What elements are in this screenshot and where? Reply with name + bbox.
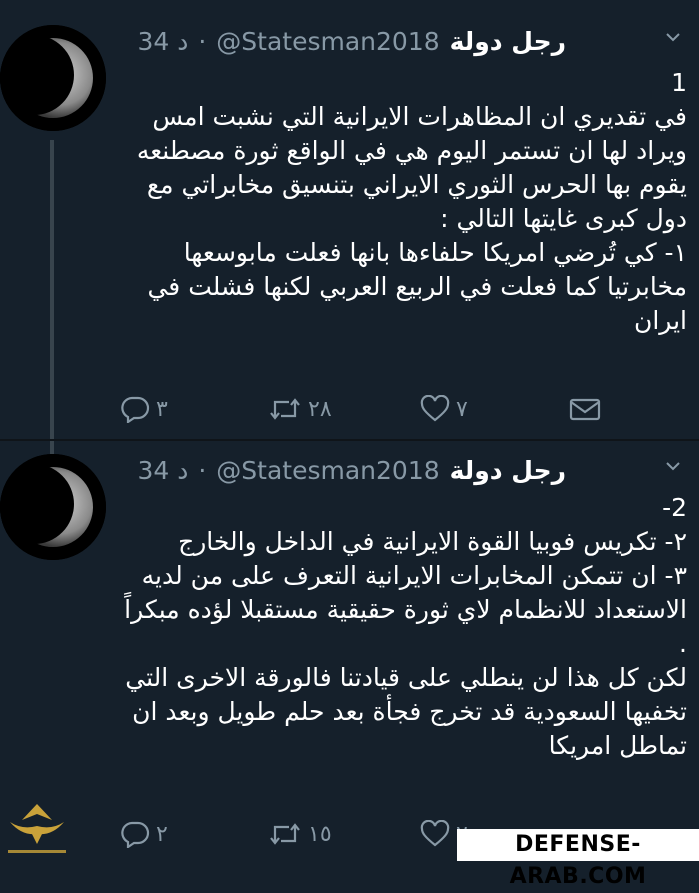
avatar[interactable]	[0, 25, 106, 131]
reply-button[interactable]: ٢	[120, 814, 168, 854]
reply-count: ٢	[156, 821, 168, 847]
retweet-count: ٢٨	[308, 396, 332, 422]
reply-button[interactable]: ٣	[120, 389, 168, 429]
user-handle[interactable]: @Statesman2018	[216, 27, 439, 56]
separator: ·	[198, 455, 207, 485]
chevron-down-icon[interactable]	[664, 457, 682, 475]
tweet-header: 34 د · @Statesman2018 رجل دولة	[137, 451, 566, 489]
retweet-count: ١٥	[308, 821, 332, 847]
envelope-icon	[568, 395, 602, 423]
retweet-icon	[268, 820, 302, 848]
tweet-actions: ٣ ٢٨ ٧	[120, 389, 620, 429]
direct-message-button[interactable]	[568, 389, 602, 429]
tweet-header: 34 د · @Statesman2018 رجل دولة	[137, 22, 566, 60]
like-button[interactable]: ٧	[420, 389, 468, 429]
display-name[interactable]: رجل دولة	[450, 456, 566, 485]
tweet-card[interactable]: 34 د · @Statesman2018 رجل دولة 2- ٢- تكر…	[0, 441, 699, 861]
tweet-card[interactable]: 34 د · @Statesman2018 رجل دولة 1 في تقدي…	[0, 0, 699, 440]
display-name[interactable]: رجل دولة	[450, 27, 566, 56]
timestamp[interactable]: 34 د	[137, 456, 188, 485]
tweet-text: 1 في تقديري ان المظاهرات الايرانية التي …	[136, 68, 687, 335]
thread-connector	[50, 441, 54, 454]
avatar[interactable]	[0, 454, 106, 560]
tweet-text: 2- ٢- تكريس فوبيا القوة الايرانية في الد…	[124, 493, 687, 760]
retweet-button[interactable]: ١٥	[268, 814, 332, 854]
retweet-button[interactable]: ٢٨	[268, 389, 332, 429]
site-watermark: DEFENSE-ARAB.COM	[457, 829, 699, 889]
reply-count: ٣	[156, 396, 168, 422]
reply-icon	[120, 395, 150, 423]
thread-connector	[50, 140, 54, 440]
timestamp[interactable]: 34 د	[137, 27, 188, 56]
chevron-down-icon[interactable]	[664, 28, 682, 46]
watermark-logo	[2, 800, 72, 858]
retweet-icon	[268, 395, 302, 423]
heart-icon	[420, 820, 450, 848]
heart-icon	[420, 395, 450, 423]
separator: ·	[198, 26, 207, 56]
like-count: ٧	[456, 396, 468, 422]
user-handle[interactable]: @Statesman2018	[216, 456, 439, 485]
reply-icon	[120, 820, 150, 848]
